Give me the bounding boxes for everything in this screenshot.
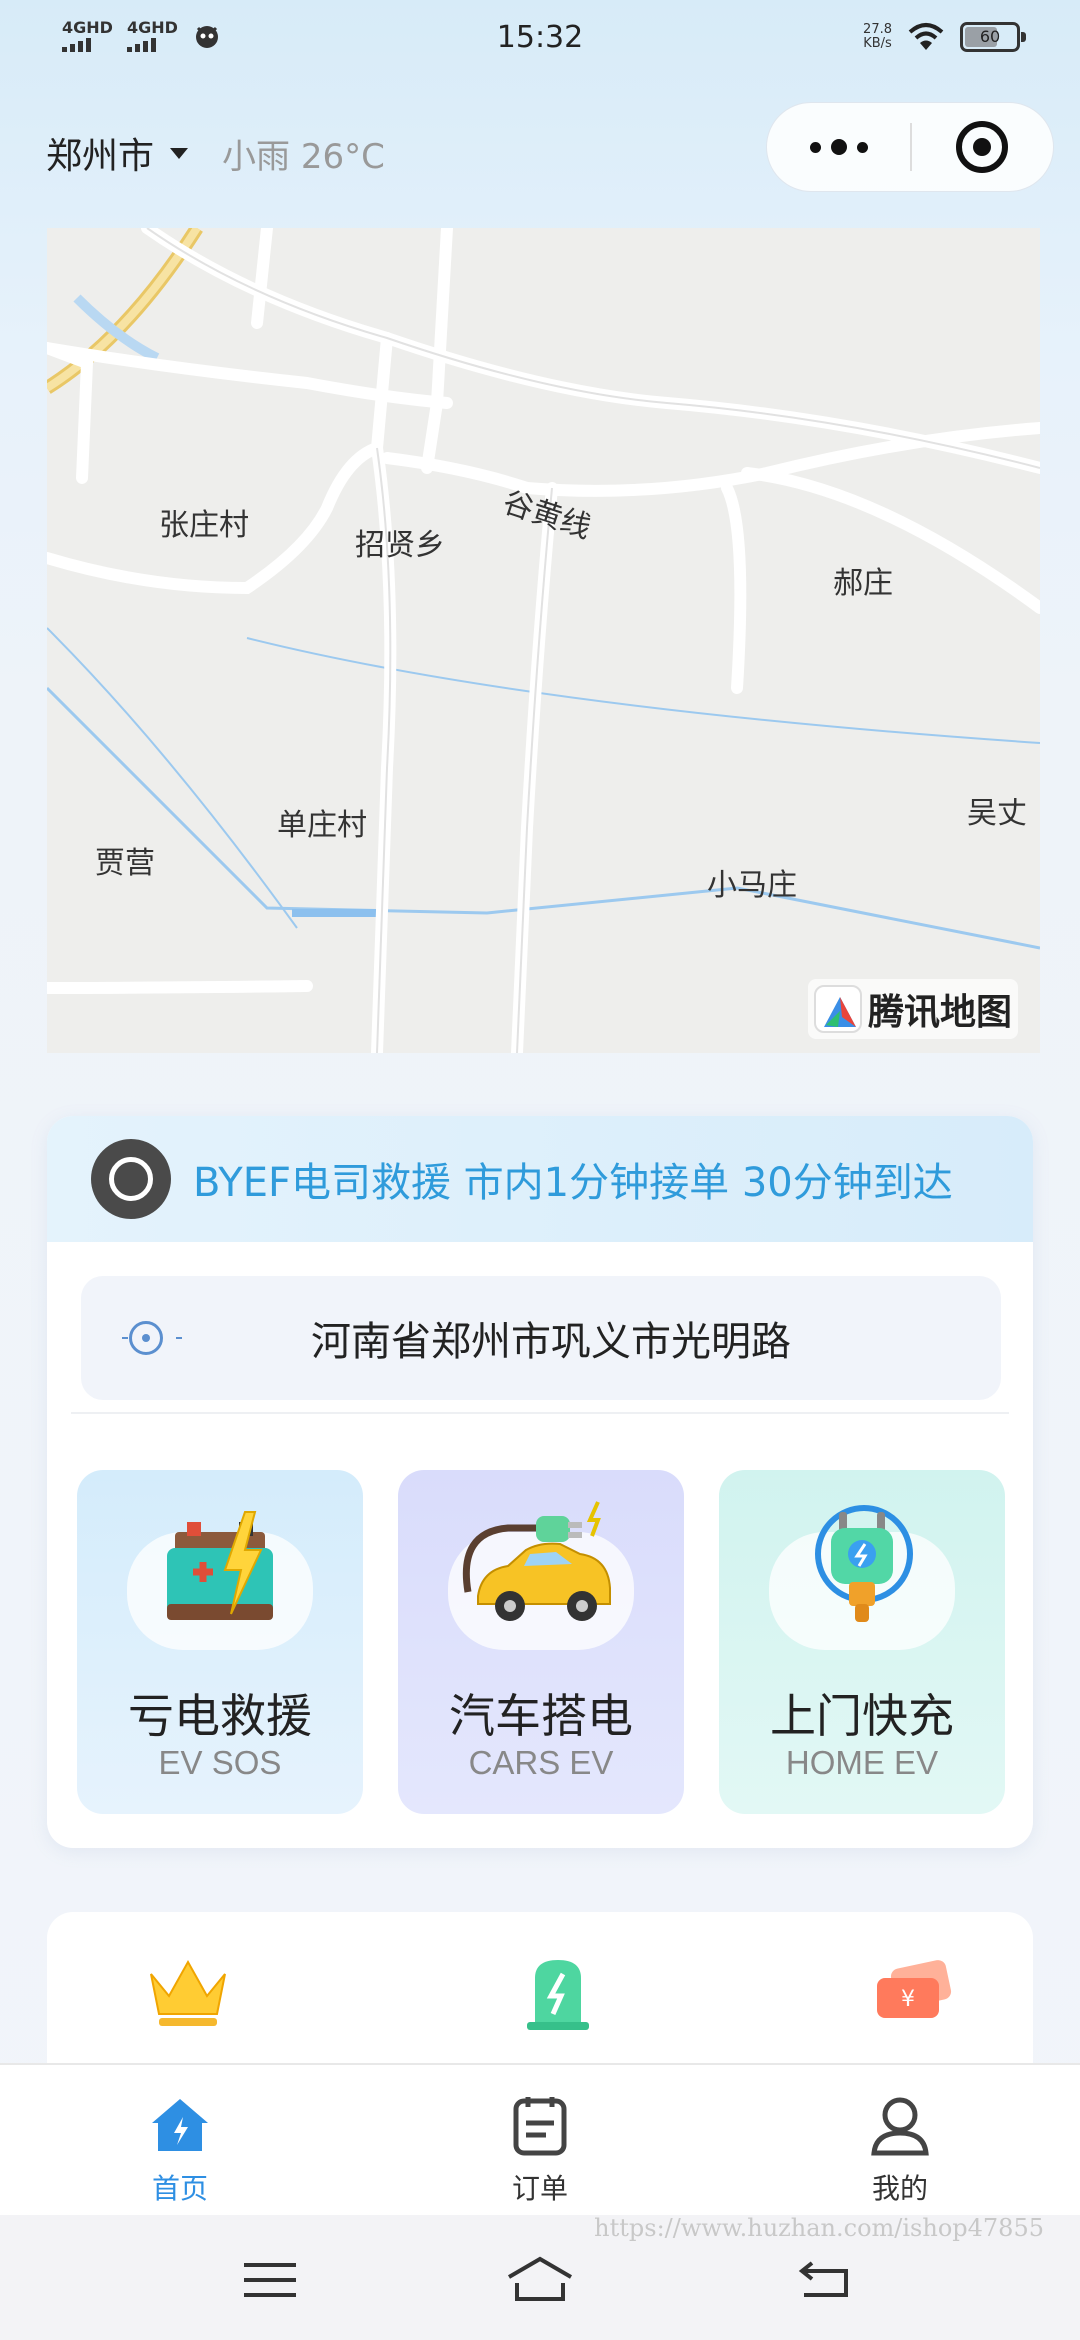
target-close-icon xyxy=(956,121,1009,173)
back-icon xyxy=(798,2261,848,2297)
charging-plug-icon xyxy=(769,1492,955,1650)
map-provider-name: 腾讯地图 xyxy=(867,992,1012,1033)
address-field[interactable]: 河南省郑州市巩义市光明路 xyxy=(81,1276,1001,1400)
divider xyxy=(71,1412,1009,1414)
map-roads xyxy=(47,228,1040,1053)
speed-value: 27.8 xyxy=(863,22,892,37)
close-button[interactable] xyxy=(912,102,1053,192)
more-dot-icon xyxy=(809,141,821,153)
battery-level: 60 xyxy=(979,27,1001,46)
tab-label: 订单 xyxy=(511,2172,568,2205)
map-label: 吴丈 xyxy=(967,796,1027,831)
more-button[interactable] xyxy=(767,102,910,192)
location-crosshair-icon xyxy=(122,1321,182,1355)
wifi-icon xyxy=(908,23,944,50)
status-bar: 4GHD 4GHD 15:32 27.8 KB/s 60 xyxy=(0,0,1080,80)
tencent-map-logo-icon xyxy=(813,985,862,1033)
map-label: 郝庄 xyxy=(833,566,893,601)
tile-title: 亏电救援 xyxy=(128,1689,312,1743)
menu-icon xyxy=(244,2263,296,2297)
map-label: 张庄村 xyxy=(159,508,249,543)
address-text: 河南省郑州市巩义市光明路 xyxy=(311,1319,791,1365)
car-jumpstart-icon xyxy=(448,1492,634,1650)
tab-home[interactable]: 首页 xyxy=(120,2093,240,2207)
tile-subtitle: EV SOS xyxy=(158,1744,282,1781)
home-ev-tile[interactable]: 上门快充 HOME EV xyxy=(719,1470,1005,1814)
user-profile-icon xyxy=(868,2093,932,2157)
tab-label: 首页 xyxy=(151,2172,208,2205)
network-speed: 27.8 KB/s xyxy=(863,23,892,51)
brand-logo-icon xyxy=(91,1139,171,1219)
city-selector[interactable]: 郑州市 xyxy=(46,127,154,179)
battery-rescue-icon xyxy=(127,1492,313,1650)
menu-button[interactable] xyxy=(236,2255,306,2305)
chevron-down-icon[interactable] xyxy=(170,147,189,159)
charging-station-icon[interactable] xyxy=(513,1952,603,2032)
tile-title: 上门快充 xyxy=(770,1689,954,1743)
svg-text:¥: ¥ xyxy=(901,1987,915,2012)
weather-text: 小雨 26°C xyxy=(222,136,385,177)
home-nav-button[interactable] xyxy=(505,2255,575,2305)
location-header: 郑州市 小雨 26°C xyxy=(46,126,385,180)
ev-sos-tile[interactable]: 亏电救援 EV SOS xyxy=(77,1470,363,1814)
home-outline-icon xyxy=(507,2256,573,2301)
rescue-banner: BYEF电司救援 市内1分钟接单 30分钟到达 xyxy=(47,1116,1033,1242)
cars-ev-tile[interactable]: 汽车搭电 CARS EV xyxy=(398,1470,684,1814)
more-dot-icon xyxy=(856,141,868,153)
battery-icon: 60 xyxy=(960,22,1026,52)
map-label: 招贤乡 xyxy=(355,528,445,563)
watermark: https://www.huzhan.com/ishop47855 xyxy=(594,2214,1044,2242)
map-label: 单庄村 xyxy=(277,808,367,843)
tab-orders[interactable]: 订单 xyxy=(480,2093,600,2207)
speed-unit: KB/s xyxy=(863,36,892,51)
map-view[interactable]: 张庄村 招贤乡 谷黄线 郝庄 吴丈 单庄村 贾营 小马庄 腾讯地图 xyxy=(47,228,1040,1053)
bottom-tab-bar: 首页 订单 我的 xyxy=(0,2063,1080,2215)
miniprogram-capsule xyxy=(766,102,1054,192)
more-dot-icon xyxy=(830,139,847,155)
home-icon xyxy=(148,2093,212,2157)
map-label: 贾营 xyxy=(95,846,155,881)
coupon-ticket-icon[interactable]: ¥ xyxy=(867,1952,957,2032)
tile-subtitle: CARS EV xyxy=(468,1744,614,1781)
map-label: 小马庄 xyxy=(707,868,797,903)
map-provider-badge: 腾讯地图 xyxy=(807,979,1018,1039)
tab-label: 我的 xyxy=(871,2172,928,2205)
tile-title: 汽车搭电 xyxy=(449,1689,633,1743)
banner-text: BYEF电司救援 市内1分钟接单 30分钟到达 xyxy=(193,1160,953,1206)
tab-mine[interactable]: 我的 xyxy=(840,2093,960,2207)
tile-subtitle: HOME EV xyxy=(785,1744,939,1781)
back-button[interactable] xyxy=(790,2255,860,2305)
service-card: BYEF电司救援 市内1分钟接单 30分钟到达 河南省郑州市巩义市光明路 亏电救… xyxy=(47,1116,1033,1848)
order-list-icon xyxy=(508,2093,572,2157)
crown-icon[interactable] xyxy=(143,1952,233,2032)
